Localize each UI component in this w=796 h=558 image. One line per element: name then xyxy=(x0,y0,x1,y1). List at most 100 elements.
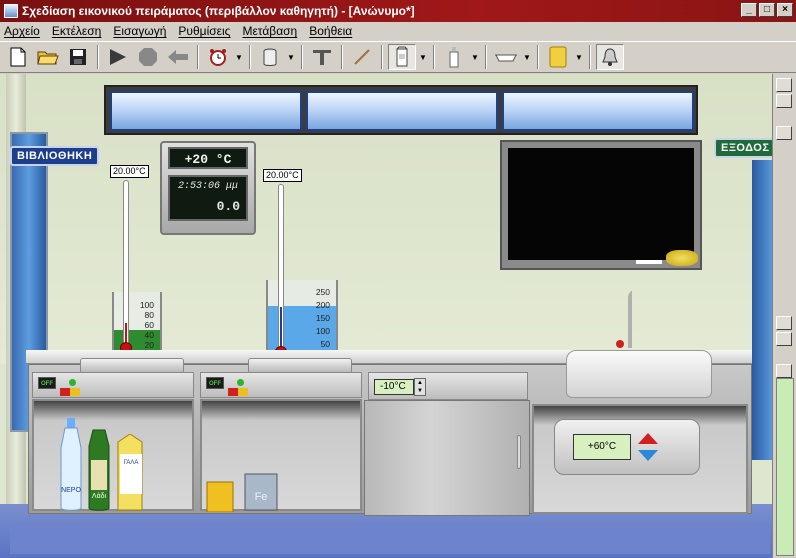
menu-settings[interactable]: Ρυθμίσεις xyxy=(178,24,230,38)
menu-file[interactable]: Αρχείο xyxy=(4,24,40,38)
toolbar-separator xyxy=(589,45,591,69)
faucet[interactable] xyxy=(616,288,632,350)
toolbar-separator xyxy=(537,45,539,69)
milk-label: ΓΑΛΑ xyxy=(124,460,139,466)
maximize-button[interactable]: □ xyxy=(759,3,775,17)
display-time: 2:53:06 μμ xyxy=(177,181,238,192)
fridge-handle[interactable] xyxy=(517,435,521,469)
fridge-door[interactable] xyxy=(364,400,530,516)
milk-carton[interactable]: ΓΑΛΑ xyxy=(114,434,146,512)
menu-bar: Αρχείο Εκτέλεση Εισαγωγή Ρυθμίσεις Μετάβ… xyxy=(0,22,796,40)
boiler-display: +60°C xyxy=(573,434,631,460)
blackboard-surface xyxy=(508,148,694,260)
toolbar-separator xyxy=(381,45,383,69)
panel-button[interactable] xyxy=(776,78,792,92)
dish-icon[interactable] xyxy=(492,44,520,70)
menu-help[interactable]: Βοήθεια xyxy=(309,24,352,38)
menu-run[interactable]: Εκτέλεση xyxy=(52,24,102,38)
thermometer-left[interactable] xyxy=(123,180,129,348)
panel-save-icon[interactable] xyxy=(776,126,792,140)
boiler-adjust-icon[interactable] xyxy=(637,432,659,462)
oil-bottle[interactable]: Λάδι xyxy=(86,420,112,512)
stand-icon[interactable] xyxy=(308,44,336,70)
toolbar-separator xyxy=(341,45,343,69)
window xyxy=(104,85,698,135)
container-dropdown-icon[interactable]: ▼ xyxy=(286,44,296,70)
alarm-clock-icon[interactable] xyxy=(204,44,232,70)
sink[interactable] xyxy=(566,350,712,398)
thermometer-left-label: 20.00°C xyxy=(110,165,149,178)
menu-insert[interactable]: Εισαγωγή xyxy=(113,24,166,38)
window-pane xyxy=(110,91,302,131)
arrow-up-icon[interactable]: ▲ xyxy=(415,379,425,387)
dish-dropdown-icon[interactable]: ▼ xyxy=(522,44,532,70)
thermometer-right-fill xyxy=(280,307,282,351)
thermometer-right[interactable] xyxy=(278,184,284,352)
panel-save-icon[interactable] xyxy=(776,364,792,378)
open-folder-icon[interactable] xyxy=(34,44,62,70)
display-value: 0.0 xyxy=(216,199,240,214)
thermometer-right-label: 20.00°C xyxy=(263,169,302,182)
burner-left-led xyxy=(69,379,76,386)
cup-icon[interactable] xyxy=(388,44,416,70)
beaker-left-scale: 100 80 60 40 20 xyxy=(139,300,154,350)
play-icon[interactable] xyxy=(104,44,132,70)
window-pane xyxy=(502,91,694,131)
burner-left-switch[interactable]: OFF xyxy=(38,377,56,389)
toolbar-separator xyxy=(485,45,487,69)
toolbar-separator xyxy=(249,45,251,69)
new-file-icon[interactable] xyxy=(4,44,32,70)
panel-button[interactable] xyxy=(776,316,792,330)
window-controls: _ □ × xyxy=(741,3,793,17)
floor-front xyxy=(10,524,770,554)
alarm-dropdown-icon[interactable]: ▼ xyxy=(234,44,244,70)
iron-powder[interactable]: Fe xyxy=(244,472,278,512)
burner-left-knob-2[interactable] xyxy=(70,388,80,396)
menu-navigate[interactable]: Μετάβαση xyxy=(242,24,297,38)
fridge-display: -10°C xyxy=(374,379,414,395)
toolbar: ▼ ▼ ▼ ▼ ▼ ▼ xyxy=(0,41,796,73)
burner-right-knob[interactable] xyxy=(228,388,238,396)
window-title: Σχεδίαση εικονικού πειράματος (περιβάλλο… xyxy=(22,4,415,18)
lab-display: +20 °C 2:53:06 μμ 0.0 xyxy=(160,141,256,235)
burner-left-knob[interactable] xyxy=(60,388,70,396)
back-icon[interactable] xyxy=(164,44,192,70)
save-icon[interactable] xyxy=(64,44,92,70)
burner-right-led xyxy=(237,379,244,386)
panel-button[interactable] xyxy=(776,332,792,346)
arrow-down-icon[interactable]: ▼ xyxy=(415,387,425,395)
water-heater[interactable]: +60°C xyxy=(554,419,700,475)
library-sign[interactable]: ΒΙΒΛΙΟΘΗΚΗ xyxy=(10,146,100,166)
app-icon xyxy=(4,4,18,18)
water-bottle[interactable]: ΝΕΡΟ xyxy=(56,418,86,512)
display-temperature: +20 °C xyxy=(168,147,248,169)
container-icon[interactable] xyxy=(256,44,284,70)
bell-icon[interactable] xyxy=(596,44,624,70)
panel-button[interactable] xyxy=(776,94,792,108)
minimize-button[interactable]: _ xyxy=(741,3,757,17)
cup-dropdown-icon[interactable]: ▼ xyxy=(418,44,428,70)
panel-green-area xyxy=(776,378,794,556)
bottle-icon[interactable] xyxy=(440,44,468,70)
burner-right-knob-2[interactable] xyxy=(238,388,248,396)
display-panel: 2:53:06 μμ 0.0 xyxy=(168,175,248,221)
bottle-dropdown-icon[interactable]: ▼ xyxy=(470,44,480,70)
sugar-box[interactable] xyxy=(206,478,234,512)
sponge-dropdown-icon[interactable]: ▼ xyxy=(574,44,584,70)
close-button[interactable]: × xyxy=(777,3,793,17)
toolbar-separator xyxy=(433,45,435,69)
burner-right-panel xyxy=(200,372,362,398)
glass-rod-icon[interactable] xyxy=(348,44,376,70)
burner-right-switch[interactable]: OFF xyxy=(206,377,224,389)
board-sponge[interactable] xyxy=(666,250,698,266)
fridge-spinner[interactable]: ▲ ▼ xyxy=(414,378,426,396)
window-pane xyxy=(306,91,498,131)
water-label: ΝΕΡΟ xyxy=(61,487,81,494)
stop-icon[interactable] xyxy=(134,44,162,70)
side-scroll-panel xyxy=(772,74,796,558)
lab-scene: ΒΙΒΛΙΟΘΗΚΗ ΕΞΟΔΟΣ +20 °C 2:53:06 μμ 0.0 … xyxy=(0,74,796,558)
exit-sign[interactable]: ΕΞΟΔΟΣ xyxy=(714,138,777,158)
chalk[interactable] xyxy=(636,260,662,264)
sponge-icon[interactable] xyxy=(544,44,572,70)
exit-door[interactable] xyxy=(752,160,774,460)
